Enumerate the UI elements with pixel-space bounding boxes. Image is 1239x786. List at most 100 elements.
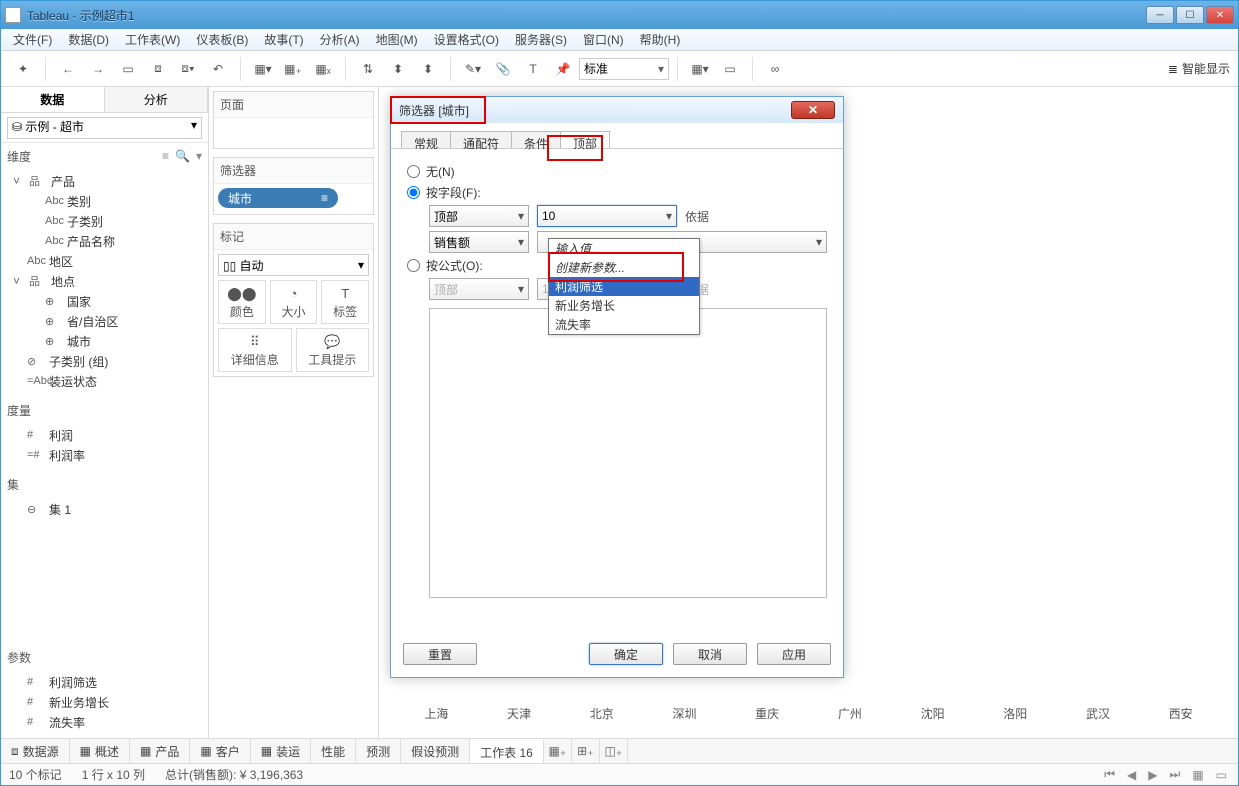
tree-location[interactable]: ˅品地点 xyxy=(9,271,208,291)
radio-byformula[interactable] xyxy=(407,259,420,272)
search-icon[interactable]: 🔍 xyxy=(175,149,190,163)
tab-ship[interactable]: ▦装运 xyxy=(251,739,311,763)
apply-button[interactable]: 应用 xyxy=(757,643,831,665)
view-icon[interactable]: ≡ xyxy=(162,149,169,163)
new-dashboard-button[interactable]: ⊞₊ xyxy=(572,739,600,763)
tree-city[interactable]: ⊕城市 xyxy=(9,331,208,351)
pill-menu-icon[interactable] xyxy=(321,191,328,205)
next-icon[interactable]: ▶ xyxy=(1145,768,1160,782)
tree-subcategory[interactable]: Abc子类别 xyxy=(9,211,208,231)
grid-icon[interactable]: ▦ xyxy=(1189,768,1206,782)
tab-datasource[interactable]: ⧈数据源 xyxy=(1,739,70,763)
tab-worksheet16[interactable]: 工作表 16 xyxy=(470,739,544,763)
menu-icon[interactable]: ▾ xyxy=(196,149,202,163)
tree-profit-ratio[interactable]: =#利润率 xyxy=(9,445,208,465)
dialog-tab-top[interactable]: 顶部 xyxy=(560,131,610,148)
tree-param-newbiz[interactable]: #新业务增长 xyxy=(9,692,208,712)
dialog-tab-condition[interactable]: 条件 xyxy=(511,131,561,148)
tooltip-shelf[interactable]: 💬工具提示 xyxy=(296,328,370,372)
prev-icon[interactable]: ◀ xyxy=(1124,768,1139,782)
tab-forecast[interactable]: 预测 xyxy=(356,739,401,763)
tree-param-churn[interactable]: #流失率 xyxy=(9,712,208,732)
tab-customer[interactable]: ▦客户 xyxy=(190,739,250,763)
last-icon[interactable]: ⏭ xyxy=(1167,767,1184,782)
detail-shelf[interactable]: ⠿详细信息 xyxy=(218,328,292,372)
bar[interactable]: 武汉 xyxy=(1061,699,1136,722)
sort-asc-icon[interactable]: ⬍ xyxy=(384,55,412,83)
first-icon[interactable]: ⏮ xyxy=(1101,767,1118,782)
top-direction-dropdown[interactable]: 顶部 xyxy=(429,205,529,227)
bar[interactable]: 天津 xyxy=(482,699,557,722)
dialog-titlebar[interactable]: 筛选器 [城市] ✕ xyxy=(391,97,843,123)
tree-province[interactable]: ⊕省/自治区 xyxy=(9,311,208,331)
dd-churn[interactable]: 流失率 xyxy=(549,315,699,334)
filters-shelf[interactable]: 筛选器 城市 xyxy=(213,157,374,215)
close-button[interactable]: ✕ xyxy=(1206,6,1234,24)
bar[interactable]: 重庆 xyxy=(730,699,805,722)
dialog-close-button[interactable]: ✕ xyxy=(791,101,835,119)
top-count-dropdown[interactable]: 10 xyxy=(537,205,677,227)
tableau-logo-icon[interactable]: ✦ xyxy=(9,55,37,83)
menu-file[interactable]: 文件(F) xyxy=(5,29,60,50)
tab-overview[interactable]: ▦概述 xyxy=(70,739,130,763)
maximize-button[interactable]: ☐ xyxy=(1176,6,1204,24)
size-shelf[interactable]: ◔大小 xyxy=(270,280,318,324)
tree-region[interactable]: Abc地区 xyxy=(9,251,208,271)
share-icon[interactable]: ∞ xyxy=(761,55,789,83)
menu-data[interactable]: 数据(D) xyxy=(60,29,117,50)
mark-type-dropdown[interactable]: ▯▯ 自动▾ xyxy=(218,254,369,276)
filter-pill-city[interactable]: 城市 xyxy=(218,188,338,208)
ok-button[interactable]: 确定 xyxy=(589,643,663,665)
tree-subcat-group[interactable]: ⊘子类别 (组) xyxy=(9,351,208,371)
tab-product[interactable]: ▦产品 xyxy=(130,739,190,763)
group-icon[interactable]: 📎 xyxy=(489,55,517,83)
highlight-icon[interactable]: ✎▾ xyxy=(459,55,487,83)
fit-dropdown[interactable]: 标准 xyxy=(579,58,669,80)
dd-create-param[interactable]: 创建新参数... xyxy=(549,258,699,277)
menu-format[interactable]: 设置格式(O) xyxy=(426,29,507,50)
forward-icon[interactable]: → xyxy=(84,55,112,83)
menu-story[interactable]: 故事(T) xyxy=(256,29,311,50)
tab-perf[interactable]: 性能 xyxy=(311,739,356,763)
bar[interactable]: 上海 xyxy=(399,699,474,722)
undo-icon[interactable]: ↶ xyxy=(204,55,232,83)
bar[interactable]: 深圳 xyxy=(647,699,722,722)
clear-icon[interactable]: ▦ₓ xyxy=(309,55,337,83)
new-datasource-icon[interactable]: ⧈ xyxy=(144,55,172,83)
back-icon[interactable]: ← xyxy=(54,55,82,83)
filmstrip-icon[interactable]: ▭ xyxy=(1213,768,1230,782)
tree-profit[interactable]: #利润 xyxy=(9,425,208,445)
bar[interactable]: 洛阳 xyxy=(978,699,1053,722)
presentation-icon[interactable]: ▭ xyxy=(716,55,744,83)
label-shelf[interactable]: T标签 xyxy=(321,280,369,324)
menu-server[interactable]: 服务器(S) xyxy=(507,29,575,50)
dd-enter-value[interactable]: 输入值... xyxy=(549,239,699,258)
pages-shelf[interactable]: 页面 xyxy=(213,91,374,149)
top-measure-dropdown[interactable]: 销售额 xyxy=(429,231,529,253)
menu-worksheet[interactable]: 工作表(W) xyxy=(117,29,188,50)
bar[interactable]: 广州 xyxy=(813,699,888,722)
menu-map[interactable]: 地图(M) xyxy=(368,29,426,50)
tree-country[interactable]: ⊕国家 xyxy=(9,291,208,311)
tab-data[interactable]: 数据 xyxy=(1,87,105,112)
menu-help[interactable]: 帮助(H) xyxy=(632,29,689,50)
bar[interactable]: 沈阳 xyxy=(895,699,970,722)
pin-icon[interactable]: 📌 xyxy=(549,55,577,83)
bar[interactable]: 北京 xyxy=(564,699,639,722)
menu-dashboard[interactable]: 仪表板(B) xyxy=(188,29,256,50)
bar[interactable]: 西安 xyxy=(1143,699,1218,722)
dialog-tab-wildcard[interactable]: 通配符 xyxy=(450,131,512,148)
cancel-button[interactable]: 取消 xyxy=(673,643,747,665)
save-icon[interactable]: ▭ xyxy=(114,55,142,83)
tree-shipstatus[interactable]: =Abc装运状态 xyxy=(9,371,208,391)
menu-analysis[interactable]: 分析(A) xyxy=(312,29,368,50)
tree-param-profit-filter[interactable]: #利润筛选 xyxy=(9,672,208,692)
color-shelf[interactable]: ⬤⬤颜色 xyxy=(218,280,266,324)
show-me-button[interactable]: ≣智能显示 xyxy=(1168,60,1230,77)
datasource-select[interactable]: ⛁ 示例 - 超市 ▾ xyxy=(7,117,202,139)
label-icon[interactable]: T xyxy=(519,55,547,83)
dd-profit-filter[interactable]: 利润筛选 xyxy=(549,277,699,296)
show-cards-icon[interactable]: ▦▾ xyxy=(686,55,714,83)
tree-product[interactable]: ˅品产品 xyxy=(9,171,208,191)
tab-analytics[interactable]: 分析 xyxy=(105,87,209,112)
